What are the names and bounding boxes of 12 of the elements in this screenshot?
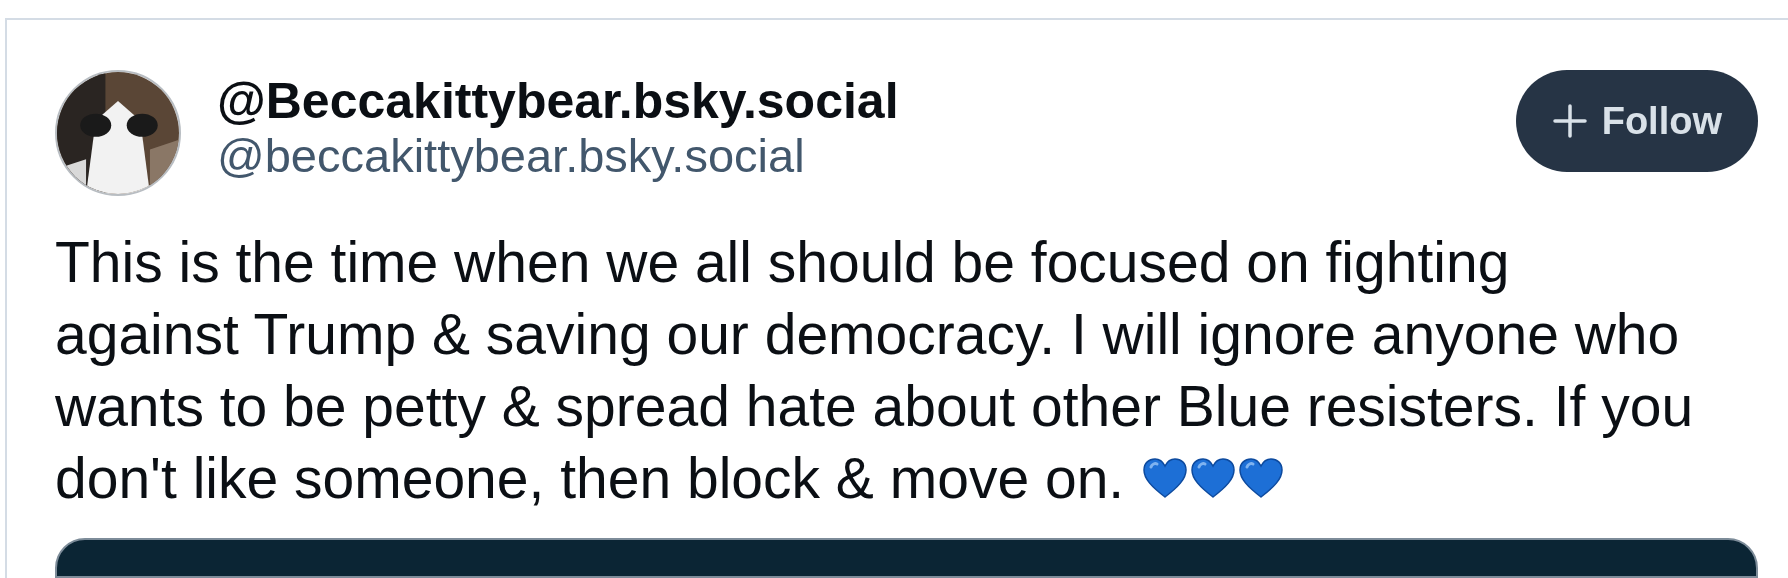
user-handle: @beccakittybear.bsky.social xyxy=(217,130,806,182)
display-name: @Beccakittybear.bsky.social xyxy=(217,72,899,130)
plus-icon xyxy=(1551,103,1588,139)
embed-card[interactable] xyxy=(55,538,1758,578)
post-text-line: against Trump & saving our democracy. I will ignore anyone who xyxy=(55,301,1680,368)
follow-button[interactable]: Follow xyxy=(1515,70,1758,172)
heart-icon xyxy=(1190,457,1237,499)
heart-icon xyxy=(1238,457,1285,499)
post-text-line: This is the time when we all should be focused on fighting xyxy=(55,229,1510,296)
heart-icon xyxy=(1142,457,1189,499)
post-text-line: don't like someone, then block & move on. xyxy=(55,445,1125,512)
post-text-line: wants to be petty & spread hate about other Blue resisters. If you xyxy=(55,373,1694,440)
